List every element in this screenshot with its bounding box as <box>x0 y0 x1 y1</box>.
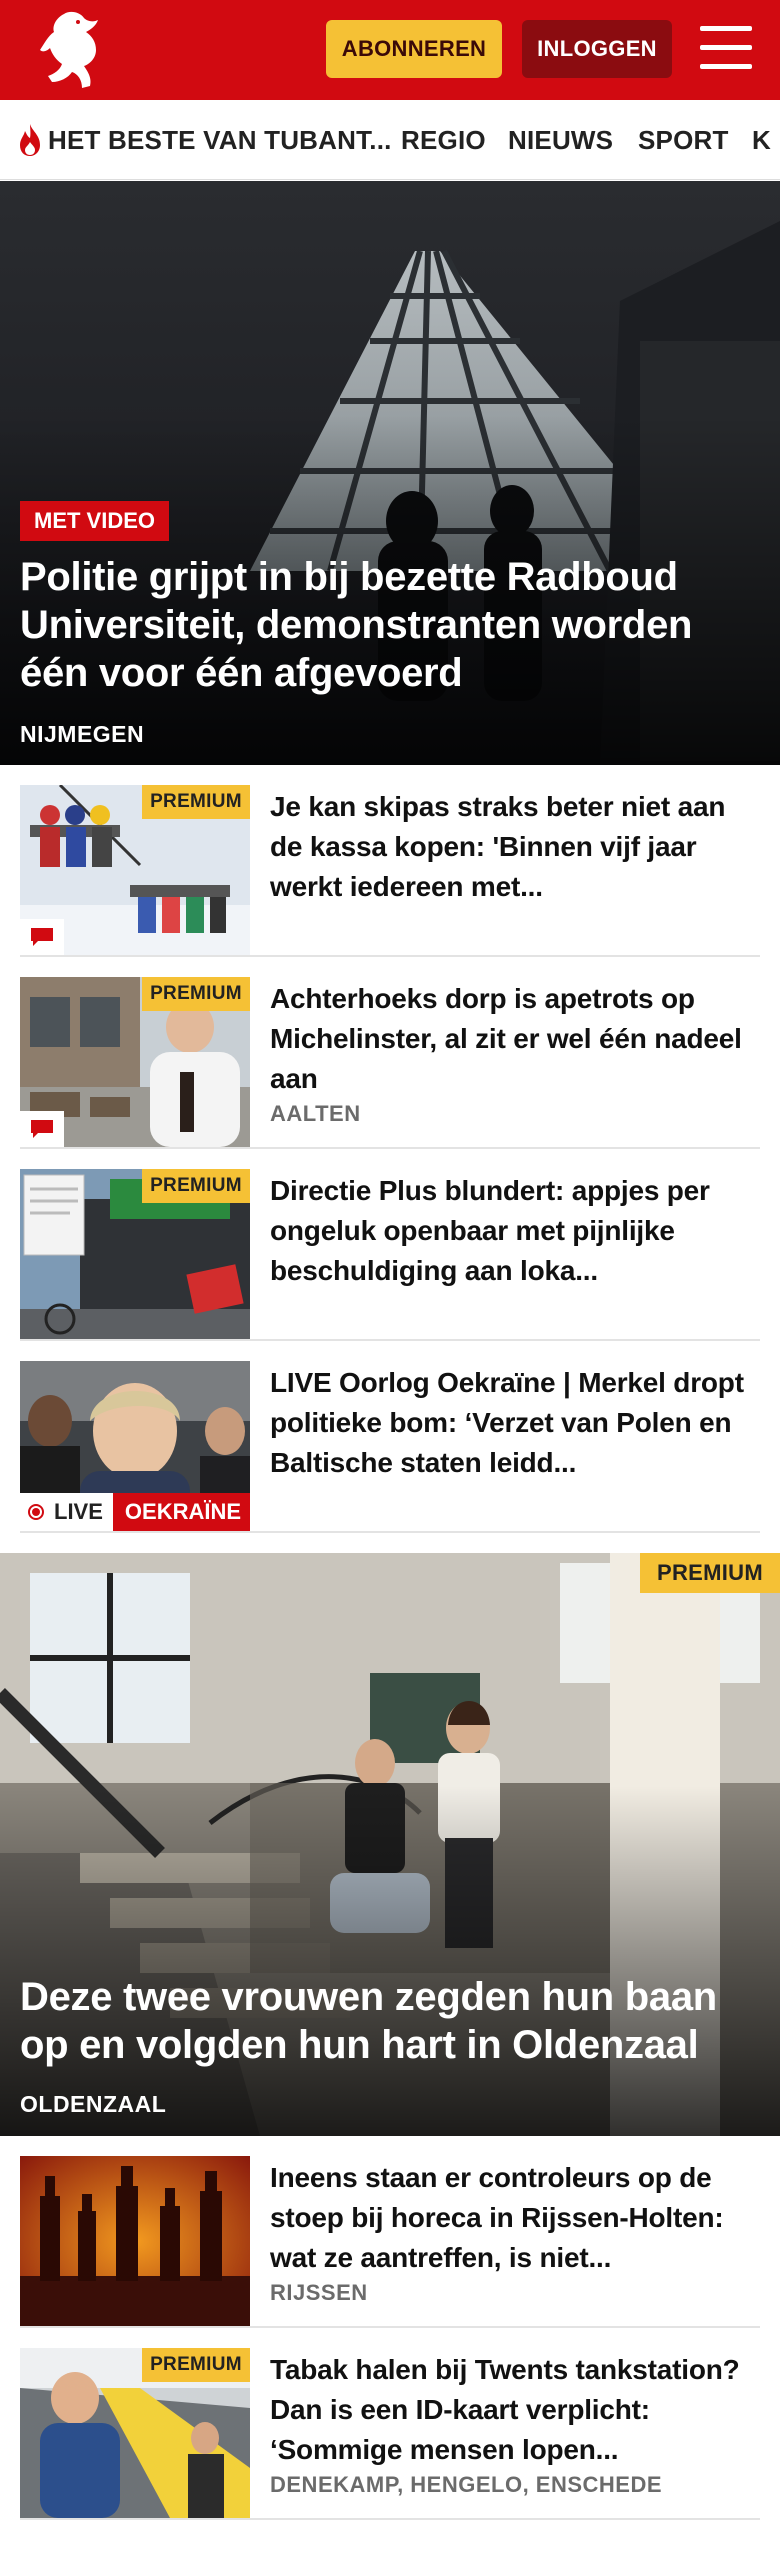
hamburger-menu-icon[interactable] <box>700 26 752 70</box>
topic-tag: OEKRAÏNE <box>112 1493 250 1531</box>
hero-title[interactable]: Deze twee vrouwen zegden hun baan op en … <box>20 1973 740 2069</box>
section-nav: HET BESTE VAN TUBANT... REGIO NIEUWS SPO… <box>0 100 780 180</box>
login-button[interactable]: INLOGGEN <box>522 20 672 78</box>
article-thumbnail: PREMIUM <box>20 977 250 1147</box>
flame-icon <box>20 124 40 156</box>
nav-item-sport[interactable]: SPORT <box>638 100 729 179</box>
nav-item-label: REGIO <box>401 124 486 155</box>
live-dot-icon <box>28 1504 44 1520</box>
article-title[interactable]: Directie Plus blundert: appjes per ongel… <box>270 1171 760 1291</box>
hero-location: NIJMEGEN <box>20 721 145 747</box>
live-indicator: LIVE <box>20 1493 113 1531</box>
premium-badge: PREMIUM <box>142 1169 250 1203</box>
article-thumbnail: PREMIUM <box>20 1169 250 1339</box>
article-thumbnail: PREMIUM <box>20 785 250 955</box>
article-location: DENEKAMP, HENGELO, ENSCHEDE <box>270 2472 663 2497</box>
comment-icon <box>20 919 64 955</box>
article-thumbnail: LIVE OEKRAÏNE <box>20 1361 250 1531</box>
article-location: RIJSSEN <box>270 2280 368 2305</box>
article-title[interactable]: Achterhoeks dorp is apetrots op Michelin… <box>270 979 760 1099</box>
hero-location: OLDENZAAL <box>20 2091 167 2117</box>
article-thumbnail <box>20 2156 250 2326</box>
premium-badge: PREMIUM <box>142 785 250 819</box>
article-title[interactable]: Ineens staan er controleurs op de stoep … <box>270 2158 760 2278</box>
nav-item-nieuws[interactable]: NIEUWS <box>508 100 614 179</box>
tubantia-horse-logo-icon[interactable] <box>34 8 106 92</box>
hero-article[interactable]: PREMIUM Deze twee vrouwen zegden hun baa… <box>0 1553 780 2136</box>
premium-badge: PREMIUM <box>142 977 250 1011</box>
live-label-bar: LIVE OEKRAÏNE <box>20 1493 250 1531</box>
nav-item-label: SPORT <box>638 124 729 155</box>
hero-article[interactable]: MET VIDEO Politie grijpt in bij bezette … <box>0 181 780 765</box>
hero-gradient <box>0 1786 780 2136</box>
nav-item-regio[interactable]: REGIO <box>401 100 486 179</box>
list-item[interactable]: PREMIUM Tabak halen bij Twents tankstati… <box>20 2328 760 2520</box>
premium-badge: PREMIUM <box>142 2348 250 2382</box>
nav-item-best-of[interactable]: HET BESTE VAN TUBANT... <box>16 100 392 179</box>
comment-icon <box>20 1111 64 1147</box>
list-item[interactable]: PREMIUM Je kan skipas straks beter niet … <box>20 765 760 957</box>
hero-title[interactable]: Politie grijpt in bij bezette Radboud Un… <box>20 553 740 697</box>
premium-badge: PREMIUM <box>640 1553 780 1593</box>
nav-item-more[interactable]: K <box>752 100 771 179</box>
article-title[interactable]: LIVE Oorlog Oekraïne | Merkel dropt poli… <box>270 1363 760 1483</box>
list-item[interactable]: LIVE OEKRAÏNE LIVE Oorlog Oekraïne | Mer… <box>20 1341 760 1533</box>
list-item[interactable]: PREMIUM Achterhoeks dorp is apetrots op … <box>20 957 760 1149</box>
subscribe-button[interactable]: ABONNEREN <box>326 20 502 78</box>
article-location: AALTEN <box>270 1101 361 1126</box>
video-badge: MET VIDEO <box>20 501 170 541</box>
list-item[interactable]: Ineens staan er controleurs op de stoep … <box>20 2136 760 2328</box>
article-title[interactable]: Je kan skipas straks beter niet aan de k… <box>270 787 760 907</box>
live-label: LIVE <box>54 1499 103 1524</box>
list-item[interactable]: PREMIUM Directie Plus blundert: appjes p… <box>20 1149 760 1341</box>
nav-item-label: K <box>752 124 771 155</box>
nav-item-label: HET BESTE VAN TUBANT... <box>48 124 392 155</box>
article-thumbnail: PREMIUM <box>20 2348 250 2518</box>
nav-item-label: NIEUWS <box>508 124 614 155</box>
article-title[interactable]: Tabak halen bij Twents tankstati­on? Dan… <box>270 2350 760 2470</box>
site-header: ABONNEREN INLOGGEN <box>0 0 780 100</box>
